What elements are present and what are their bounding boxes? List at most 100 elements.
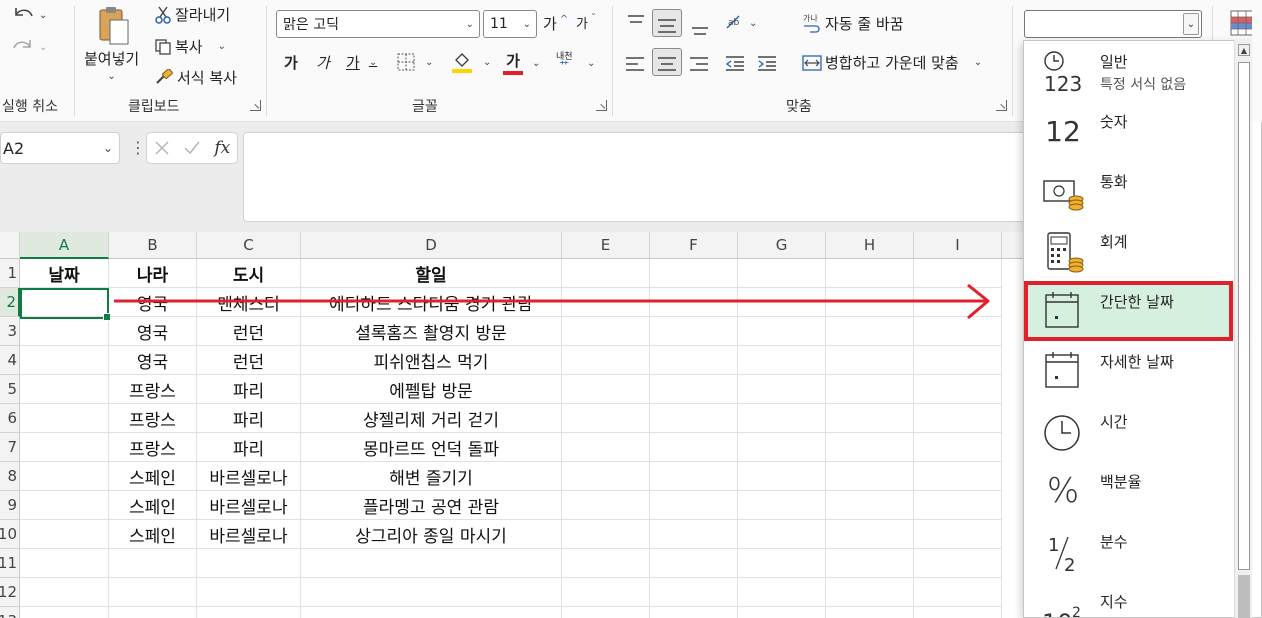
cell-i1[interactable] bbox=[914, 259, 1002, 288]
underline-button[interactable]: 가 ⌄ bbox=[346, 52, 377, 73]
cell-h7[interactable] bbox=[826, 433, 914, 462]
cell-g9[interactable] bbox=[738, 491, 826, 520]
cell-b11[interactable] bbox=[109, 549, 197, 578]
cell-e7[interactable] bbox=[562, 433, 650, 462]
cell-e5[interactable] bbox=[562, 375, 650, 404]
cell-c13[interactable] bbox=[197, 607, 301, 618]
cell-a7[interactable] bbox=[20, 433, 109, 462]
cell-c12[interactable] bbox=[197, 578, 301, 607]
row-header-10[interactable]: 10 bbox=[0, 520, 20, 549]
cell-h4[interactable] bbox=[826, 346, 914, 375]
cell-a13[interactable] bbox=[20, 607, 109, 618]
paste-button[interactable]: 붙여넣기 ⌄ bbox=[84, 4, 139, 82]
fill-color-button[interactable]: ⌄ bbox=[450, 50, 491, 74]
chevron-down-icon[interactable]: ⌄ bbox=[425, 57, 433, 68]
cell-e9[interactable] bbox=[562, 491, 650, 520]
row-header-11[interactable]: 11 bbox=[0, 549, 20, 578]
cell-e4[interactable] bbox=[562, 346, 650, 375]
cell-i12[interactable] bbox=[914, 578, 1002, 607]
cell-i2[interactable] bbox=[914, 288, 1002, 317]
chevron-down-icon[interactable]: ⌄ bbox=[523, 19, 531, 30]
cell-c5[interactable]: 파리 bbox=[197, 375, 301, 404]
column-header-a[interactable]: A bbox=[20, 232, 109, 259]
cell-f5[interactable] bbox=[650, 375, 738, 404]
chevron-down-icon[interactable]: ⌄ bbox=[587, 58, 595, 69]
chevron-down-icon[interactable]: ⌄ bbox=[483, 57, 491, 68]
cell-f3[interactable] bbox=[650, 317, 738, 346]
cell-d6[interactable]: 샹젤리제 거리 걷기 bbox=[301, 404, 562, 433]
cell-c1[interactable]: 도시 bbox=[197, 259, 301, 288]
format-item-number[interactable]: 12 숫자 bbox=[1024, 101, 1234, 161]
cell-a3[interactable] bbox=[20, 317, 109, 346]
cell-h1[interactable] bbox=[826, 259, 914, 288]
cell-f11[interactable] bbox=[650, 549, 738, 578]
column-header-d[interactable]: D bbox=[301, 232, 562, 259]
cell-e12[interactable] bbox=[562, 578, 650, 607]
cell-d5[interactable]: 에펠탑 방문 bbox=[301, 375, 562, 404]
cell-b7[interactable]: 프랑스 bbox=[109, 433, 197, 462]
cell-h3[interactable] bbox=[826, 317, 914, 346]
cell-c7[interactable]: 파리 bbox=[197, 433, 301, 462]
row-header-1[interactable]: 1 bbox=[0, 259, 20, 288]
cancel-icon[interactable] bbox=[154, 140, 170, 156]
bold-button[interactable]: 가 bbox=[284, 52, 298, 73]
cell-d8[interactable]: 해변 즐기기 bbox=[301, 462, 562, 491]
cell-b6[interactable]: 프랑스 bbox=[109, 404, 197, 433]
row-header-5[interactable]: 5 bbox=[0, 375, 20, 404]
orientation-button[interactable]: ab ⌄ bbox=[724, 13, 757, 33]
cell-d3[interactable]: 셜록홈즈 촬영지 방문 bbox=[301, 317, 562, 346]
chevron-down-icon[interactable]: ⌄ bbox=[749, 18, 757, 29]
merge-center-button[interactable]: 병합하고 가운데 맞춤 ⌄ bbox=[802, 52, 982, 73]
row-header-4[interactable]: 4 bbox=[0, 346, 20, 375]
cell-b3[interactable]: 영국 bbox=[109, 317, 197, 346]
cell-h6[interactable] bbox=[826, 404, 914, 433]
name-box[interactable]: A2 ⌄ bbox=[0, 132, 120, 164]
cell-a6[interactable] bbox=[20, 404, 109, 433]
clipboard-launcher-icon[interactable] bbox=[250, 100, 261, 111]
row-header-7[interactable]: 7 bbox=[0, 433, 20, 462]
cell-f7[interactable] bbox=[650, 433, 738, 462]
column-header-g[interactable]: G bbox=[738, 232, 826, 259]
cell-g2[interactable] bbox=[738, 288, 826, 317]
grow-font-button[interactable]: 가 ^ bbox=[543, 13, 568, 34]
cell-c3[interactable]: 런던 bbox=[197, 317, 301, 346]
cell-g4[interactable] bbox=[738, 346, 826, 375]
cell-i7[interactable] bbox=[914, 433, 1002, 462]
format-item-accounting[interactable]: 회계 bbox=[1024, 221, 1234, 281]
row-header-8[interactable]: 8 bbox=[0, 462, 20, 491]
cell-i6[interactable] bbox=[914, 404, 1002, 433]
cell-i8[interactable] bbox=[914, 462, 1002, 491]
number-format-select[interactable]: ⌄ bbox=[1024, 10, 1202, 38]
chevron-down-icon[interactable]: ⌄ bbox=[39, 10, 47, 21]
cell-b2[interactable]: 영국 bbox=[109, 288, 197, 317]
italic-button[interactable]: 가 bbox=[316, 52, 330, 73]
check-icon[interactable] bbox=[183, 140, 201, 156]
chevron-down-icon[interactable]: ⌄ bbox=[532, 58, 540, 69]
redo-button[interactable]: ⌄ bbox=[10, 36, 47, 58]
cell-a8[interactable] bbox=[20, 462, 109, 491]
cell-b8[interactable]: 스페인 bbox=[109, 462, 197, 491]
undo-button[interactable]: ⌄ bbox=[10, 4, 47, 26]
cell-b12[interactable] bbox=[109, 578, 197, 607]
cell-e13[interactable] bbox=[562, 607, 650, 618]
cell-i5[interactable] bbox=[914, 375, 1002, 404]
cell-c6[interactable]: 파리 bbox=[197, 404, 301, 433]
cell-h13[interactable] bbox=[826, 607, 914, 618]
cell-c2[interactable]: 맨체스터 bbox=[197, 288, 301, 317]
cell-d1[interactable]: 할일 bbox=[301, 259, 562, 288]
cell-g1[interactable] bbox=[738, 259, 826, 288]
cell-d13[interactable] bbox=[301, 607, 562, 618]
cell-b13[interactable] bbox=[109, 607, 197, 618]
cell-i10[interactable] bbox=[914, 520, 1002, 549]
font-size-select[interactable]: 11 ⌄ bbox=[483, 10, 537, 38]
cell-d4[interactable]: 피쉬앤칩스 먹기 bbox=[301, 346, 562, 375]
scroll-thumb[interactable] bbox=[1238, 62, 1250, 570]
cell-f2[interactable] bbox=[650, 288, 738, 317]
cell-h2[interactable] bbox=[826, 288, 914, 317]
font-color-button[interactable]: 가 bbox=[503, 50, 523, 75]
insert-function-button[interactable]: fx bbox=[214, 138, 230, 158]
cell-g10[interactable] bbox=[738, 520, 826, 549]
chevron-down-icon[interactable]: ⌄ bbox=[107, 71, 115, 82]
cell-a12[interactable] bbox=[20, 578, 109, 607]
cell-d7[interactable]: 몽마르뜨 언덕 돌파 bbox=[301, 433, 562, 462]
